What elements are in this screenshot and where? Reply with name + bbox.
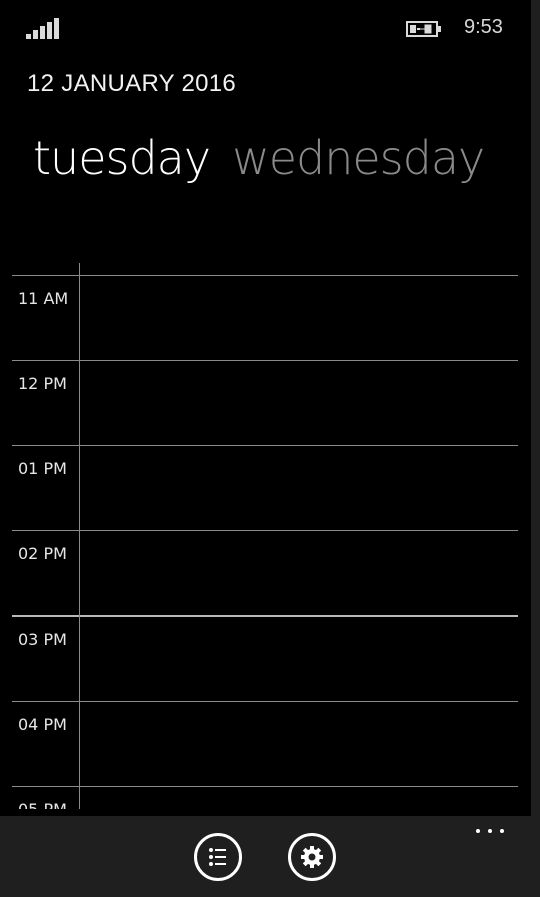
pivot-item-tuesday[interactable]: tuesday [33, 131, 211, 185]
battery-charging-icon [406, 20, 444, 38]
time-label: 05 PM [18, 800, 67, 809]
time-slot-12pm[interactable]: 12 PM [12, 360, 518, 446]
pivot-item-wednesday[interactable]: wednesday [232, 131, 485, 185]
time-slot-02pm[interactable]: 02 PM [12, 530, 518, 616]
time-label: 03 PM [18, 630, 67, 649]
list-view-button[interactable] [194, 833, 242, 881]
time-label: 01 PM [18, 459, 67, 478]
time-label: 02 PM [18, 544, 67, 563]
time-slot-05pm[interactable]: 05 PM [12, 786, 518, 809]
time-slot-04pm[interactable]: 04 PM [12, 701, 518, 787]
signal-strength-icon [26, 17, 60, 39]
time-slot-01pm[interactable]: 01 PM [12, 445, 518, 531]
app-bar [0, 816, 531, 897]
time-slot-11am[interactable]: 11 AM [12, 275, 518, 361]
time-label: 04 PM [18, 715, 67, 734]
day-schedule[interactable]: 11 AM 12 PM 01 PM 02 PM 03 PM 04 PM 05 P… [12, 263, 518, 809]
more-ellipsis-icon[interactable] [473, 826, 507, 836]
calendar-screen: 9:53 12 JANUARY 2016 tuesday wednesday 11… [0, 0, 540, 897]
time-slot-03pm[interactable]: 03 PM [12, 615, 518, 702]
time-label: 11 AM [18, 289, 69, 308]
day-pivot: tuesday wednesday [33, 131, 485, 185]
settings-button[interactable] [288, 833, 336, 881]
status-time: 9:53 [464, 16, 503, 38]
settings-gear-icon [301, 846, 323, 868]
time-label: 12 PM [18, 374, 67, 393]
time-column-divider [79, 263, 80, 809]
date-heading: 12 JANUARY 2016 [27, 70, 237, 97]
window-edge [531, 0, 540, 897]
list-icon [209, 848, 226, 866]
